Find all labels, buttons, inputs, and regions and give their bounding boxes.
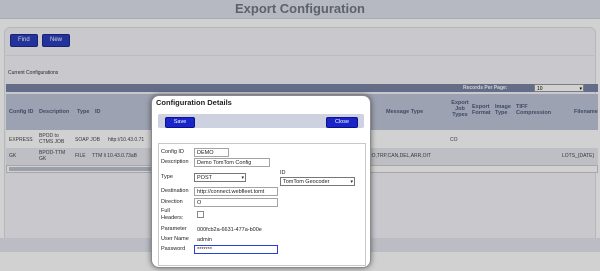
dialog-title: Configuration Details <box>156 98 232 107</box>
chevron-down-icon: ▾ <box>241 175 244 181</box>
password-label: Password <box>161 246 186 252</box>
dialog-button-bar: Save Close <box>158 114 364 128</box>
type-value: POST <box>197 175 212 181</box>
parameter-label: Parameter <box>161 226 187 232</box>
close-button[interactable]: Close <box>326 117 358 128</box>
direction-input[interactable]: O <box>194 198 278 207</box>
type-select[interactable]: POST ▾ <box>194 173 246 182</box>
config-id-label: Config ID <box>161 149 184 155</box>
description-label: Description <box>161 159 189 165</box>
save-button[interactable]: Save <box>165 117 195 128</box>
id-value: TomTom Geocoder <box>283 179 330 185</box>
direction-label: Direction <box>161 199 183 205</box>
parameter-input[interactable]: 000fcb2a-6631-477a-b00e <box>194 225 278 234</box>
password-input[interactable]: ******* <box>194 245 278 254</box>
description-input[interactable]: Demo TomTom Config <box>194 158 270 167</box>
full-headers-label-line2: Headers: <box>161 215 184 221</box>
full-headers-checkbox[interactable] <box>197 211 204 218</box>
type-label: Type <box>161 174 173 180</box>
id-label: ID <box>280 170 286 176</box>
config-id-input[interactable]: DEMO <box>194 148 229 157</box>
user-name-label: User Name <box>161 236 189 242</box>
destination-input[interactable]: http://connect.webfleet.tomt <box>194 187 278 196</box>
user-name-input[interactable]: admin <box>194 235 278 244</box>
id-select[interactable]: TomTom Geocoder ▾ <box>280 177 355 186</box>
full-headers-label-line1: Full <box>161 208 170 214</box>
destination-label: Destination <box>161 188 189 194</box>
chevron-down-icon: ▾ <box>350 179 353 185</box>
